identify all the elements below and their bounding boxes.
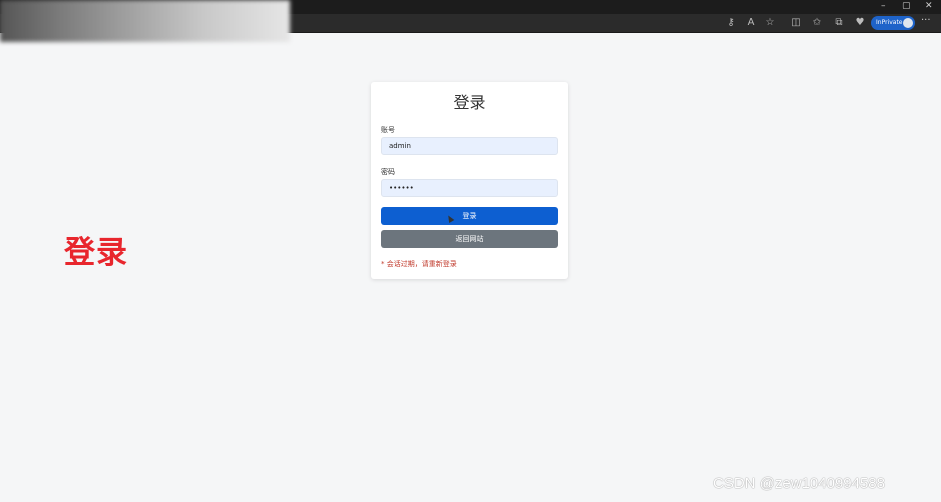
login-button[interactable]: 登录 xyxy=(381,207,558,225)
maximize-icon[interactable]: ▢ xyxy=(902,1,911,12)
side-title: 登录 xyxy=(64,235,128,271)
back-to-site-button[interactable]: 返回网站 xyxy=(381,230,558,248)
more-menu-icon[interactable]: ··· xyxy=(921,15,931,26)
read-aloud-icon[interactable]: A xyxy=(745,17,757,29)
profile-avatar-icon xyxy=(903,18,913,28)
split-screen-icon[interactable]: ◫ xyxy=(790,17,802,29)
close-icon[interactable]: ✕ xyxy=(925,1,933,12)
error-message: * 会话过期，请重新登录 xyxy=(381,260,457,268)
account-input[interactable] xyxy=(381,137,558,155)
minimize-icon[interactable]: – xyxy=(881,1,886,12)
favorites-icon[interactable]: ✩ xyxy=(811,17,823,29)
login-title: 登录 xyxy=(453,93,486,112)
watermark: CSDN @zew1040994588 xyxy=(713,475,885,492)
key-icon[interactable]: ⚷ xyxy=(725,17,737,29)
favorite-star-icon[interactable]: ☆ xyxy=(764,17,776,29)
extension-icon[interactable]: ♥ xyxy=(854,17,866,29)
account-label: 账号 xyxy=(381,126,395,134)
password-input[interactable] xyxy=(381,179,558,197)
inprivate-badge[interactable]: InPrivate xyxy=(871,16,915,30)
inprivate-label: InPrivate xyxy=(876,19,903,26)
login-card: 登录 账号 密码 登录 返回网站 * 会话过期，请重新登录 xyxy=(371,82,568,279)
blurred-tab-area xyxy=(0,0,290,42)
collections-icon[interactable]: ⧉ xyxy=(833,17,845,29)
password-label: 密码 xyxy=(381,168,395,176)
